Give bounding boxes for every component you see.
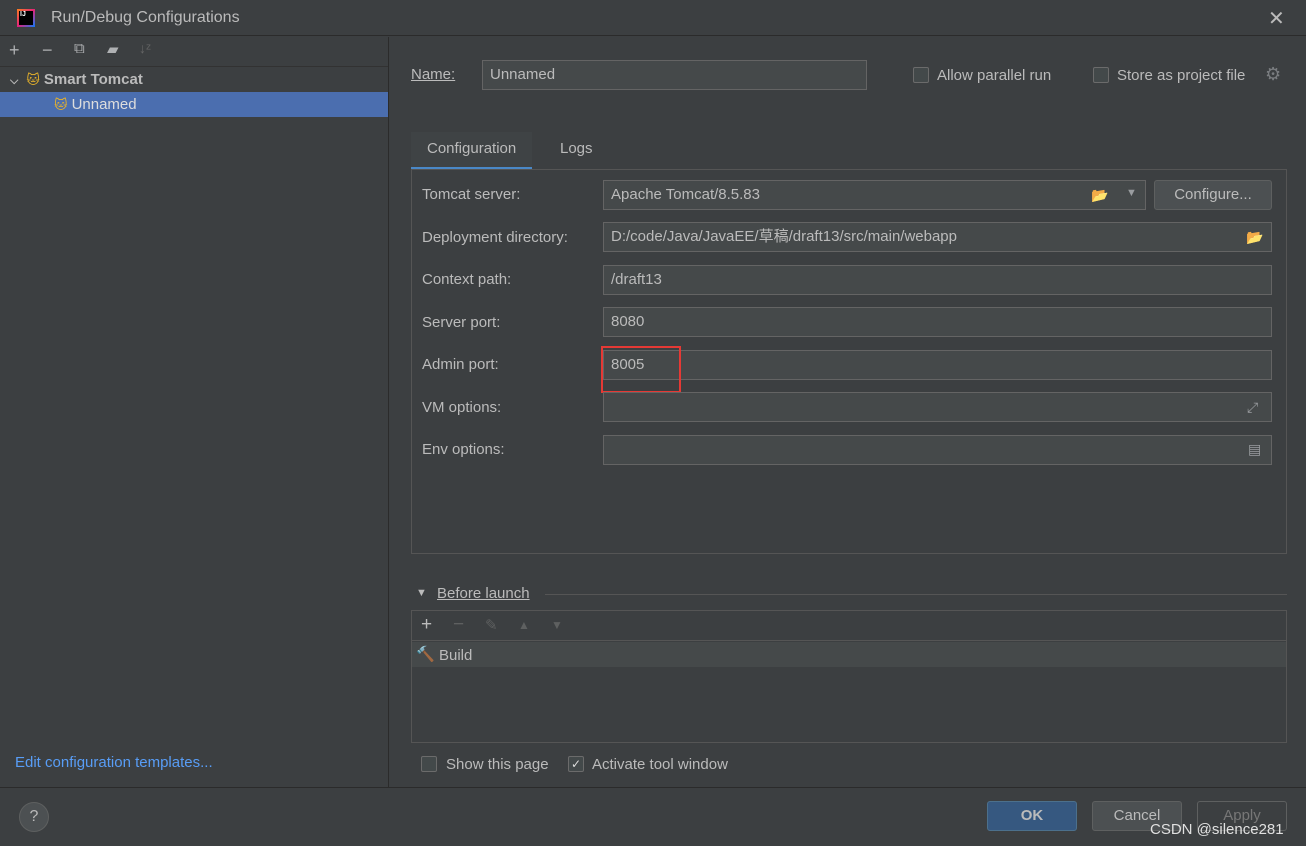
before-launch-toolbar [412,611,1286,641]
tab-configuration[interactable]: Configuration [411,132,533,170]
tomcat-icon: 🐱 [26,72,40,87]
tree-group-smart-tomcat[interactable]: ⌵ 🐱 Smart Tomcat [0,67,388,92]
store-project-checkbox[interactable] [1093,67,1109,83]
vm-options-input[interactable] [603,392,1272,422]
help-button[interactable]: ? [19,802,49,832]
context-path-label: Context path: [422,271,512,288]
close-icon[interactable]: ✕ [1268,6,1285,31]
divider [545,594,1287,595]
deployment-directory-input[interactable]: D:/code/Java/JavaEE/草稿/draft13/src/main/… [603,222,1272,252]
move-down-icon: ▼ [551,618,563,632]
folder-icon[interactable]: 📂 [1246,229,1263,246]
vm-options-label: VM options: [422,399,502,416]
tree-item-unnamed[interactable]: 🐱 Unnamed [0,92,388,117]
deployment-directory-label: Deployment directory: [422,229,568,246]
tab-logs[interactable]: Logs [544,132,609,170]
admin-port-input[interactable]: 8005 [603,350,1272,380]
ok-button[interactable]: OK [987,801,1077,831]
allow-parallel-label: Allow parallel run [937,67,1052,84]
tree-group-label: Smart Tomcat [43,71,143,88]
edit-templates-link[interactable]: Edit configuration templates... [15,754,213,771]
sort-icon: ↓ᶻ [139,40,152,56]
before-launch-title: Before launch [437,585,530,602]
server-port-input[interactable]: 8080 [603,307,1272,337]
build-label: Build [439,647,473,664]
tree-item-label: Unnamed [71,96,137,113]
edit-icon: ✎ [485,617,498,634]
activate-tool-checkbox[interactable]: ✓ [568,756,584,772]
highlight-box [601,346,681,393]
hammer-icon: 🔨 [416,646,435,663]
tree-toolbar [0,37,388,67]
activate-tool-label: Activate tool window [592,756,728,773]
collapse-triangle-icon[interactable]: ▼ [416,587,427,599]
copy-icon[interactable]: ⧉ [74,40,85,57]
add-icon[interactable]: + [9,40,20,61]
remove-icon[interactable]: − [42,40,53,61]
show-page-checkbox[interactable] [421,756,437,772]
env-options-label: Env options: [422,441,505,458]
config-tree-panel [0,37,389,787]
env-options-input[interactable] [603,435,1272,465]
move-up-icon: ▲ [518,618,530,632]
name-input[interactable]: Unnamed [482,60,867,90]
list-item[interactable] [412,642,1286,667]
folder-icon[interactable]: 📂 [1091,187,1108,204]
document-icon[interactable]: ▤ [1248,441,1261,458]
tomcat-server-select[interactable]: Apache Tomcat/8.5.83 [603,180,1146,210]
admin-port-label: Admin port: [422,356,499,373]
gear-icon[interactable]: ⚙ [1265,64,1281,85]
add-icon[interactable]: + [421,614,432,636]
show-page-label: Show this page [446,756,549,773]
new-folder-icon[interactable]: ▰ [107,40,119,58]
allow-parallel-checkbox[interactable] [913,67,929,83]
intellij-icon: IJ [17,9,35,27]
chevron-down-icon: ⌵ [10,75,19,87]
window-title: Run/Debug Configurations [51,9,240,26]
tomcat-server-label: Tomcat server: [422,186,521,203]
tomcat-icon: 🐱 [54,97,68,112]
context-path-input[interactable]: /draft13 [603,265,1272,295]
store-project-label: Store as project file [1117,67,1246,84]
remove-icon: − [453,614,465,635]
server-port-label: Server port: [422,314,501,331]
dropdown-arrow-icon[interactable]: ▼ [1126,187,1137,199]
name-label: Name: [411,66,456,83]
watermark: CSDN @silence281 [1150,821,1284,838]
configure-button[interactable]: Configure... [1154,180,1272,210]
expand-icon[interactable]: ⤢ [1247,399,1258,416]
